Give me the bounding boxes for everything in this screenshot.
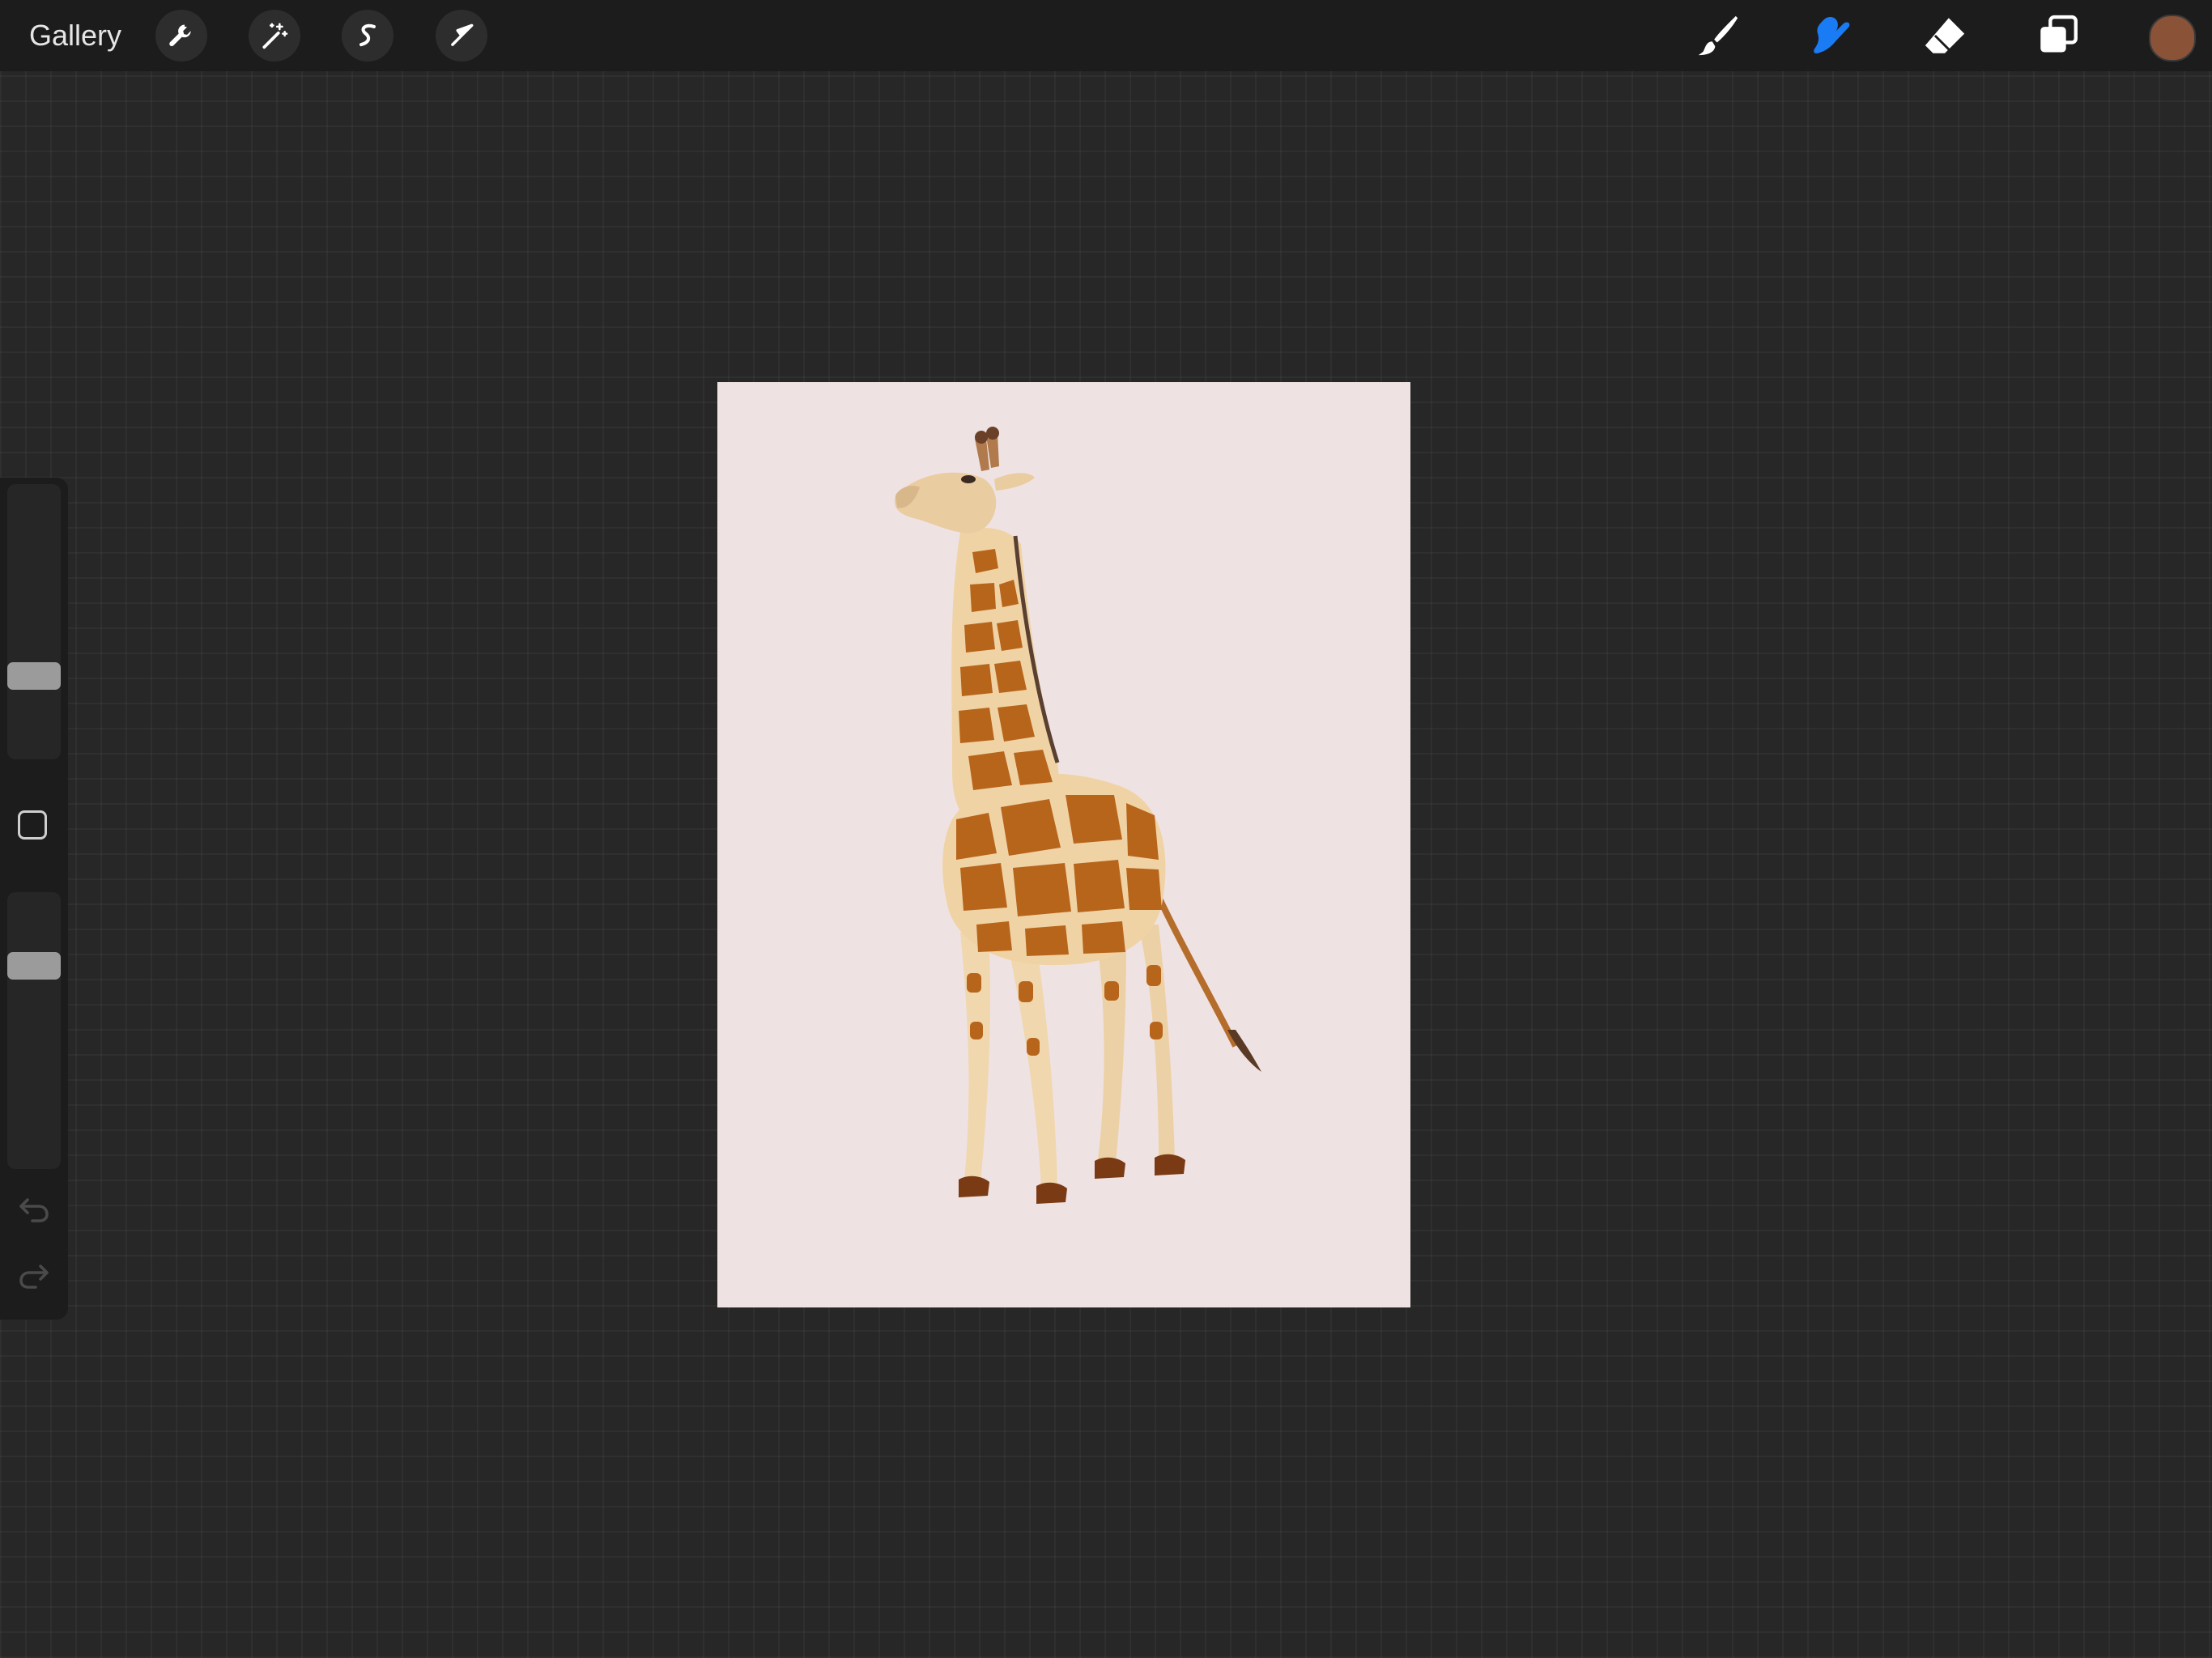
brush-tool-button[interactable] (1694, 11, 1742, 60)
wrench-icon (169, 24, 191, 47)
adjustments-button[interactable] (249, 10, 300, 62)
brush-size-slider[interactable] (7, 484, 61, 759)
redo-icon (19, 1265, 49, 1289)
layers-button[interactable] (2034, 11, 2082, 60)
eraser-tool-button[interactable] (1921, 11, 1969, 60)
layers-icon (2040, 15, 2078, 53)
modify-button[interactable] (18, 810, 47, 840)
top-toolbar: Gallery (0, 0, 2212, 71)
arrow-cursor-icon (451, 23, 474, 46)
actions-button[interactable] (155, 10, 207, 62)
undo-button[interactable] (15, 1190, 53, 1229)
selection-s-icon (359, 23, 376, 47)
brush-icon (1698, 15, 1738, 56)
opacity-slider[interactable] (7, 892, 61, 1169)
magic-wand-icon (262, 23, 288, 49)
opacity-thumb[interactable] (7, 951, 61, 980)
color-swatch[interactable] (2149, 15, 2196, 62)
gallery-button[interactable]: Gallery (29, 16, 121, 55)
smudge-tool-button[interactable] (1807, 11, 1856, 60)
smudge-icon (1814, 17, 1850, 53)
brush-size-thumb[interactable] (7, 662, 61, 691)
left-sidebar (0, 478, 68, 1320)
giraffe-illustration (895, 427, 1261, 1204)
eraser-icon (1925, 18, 1965, 53)
drawing-canvas[interactable] (717, 382, 1410, 1307)
transform-button[interactable] (436, 10, 487, 62)
undo-icon (19, 1198, 49, 1222)
redo-button[interactable] (15, 1256, 53, 1295)
selection-button[interactable] (342, 10, 393, 62)
